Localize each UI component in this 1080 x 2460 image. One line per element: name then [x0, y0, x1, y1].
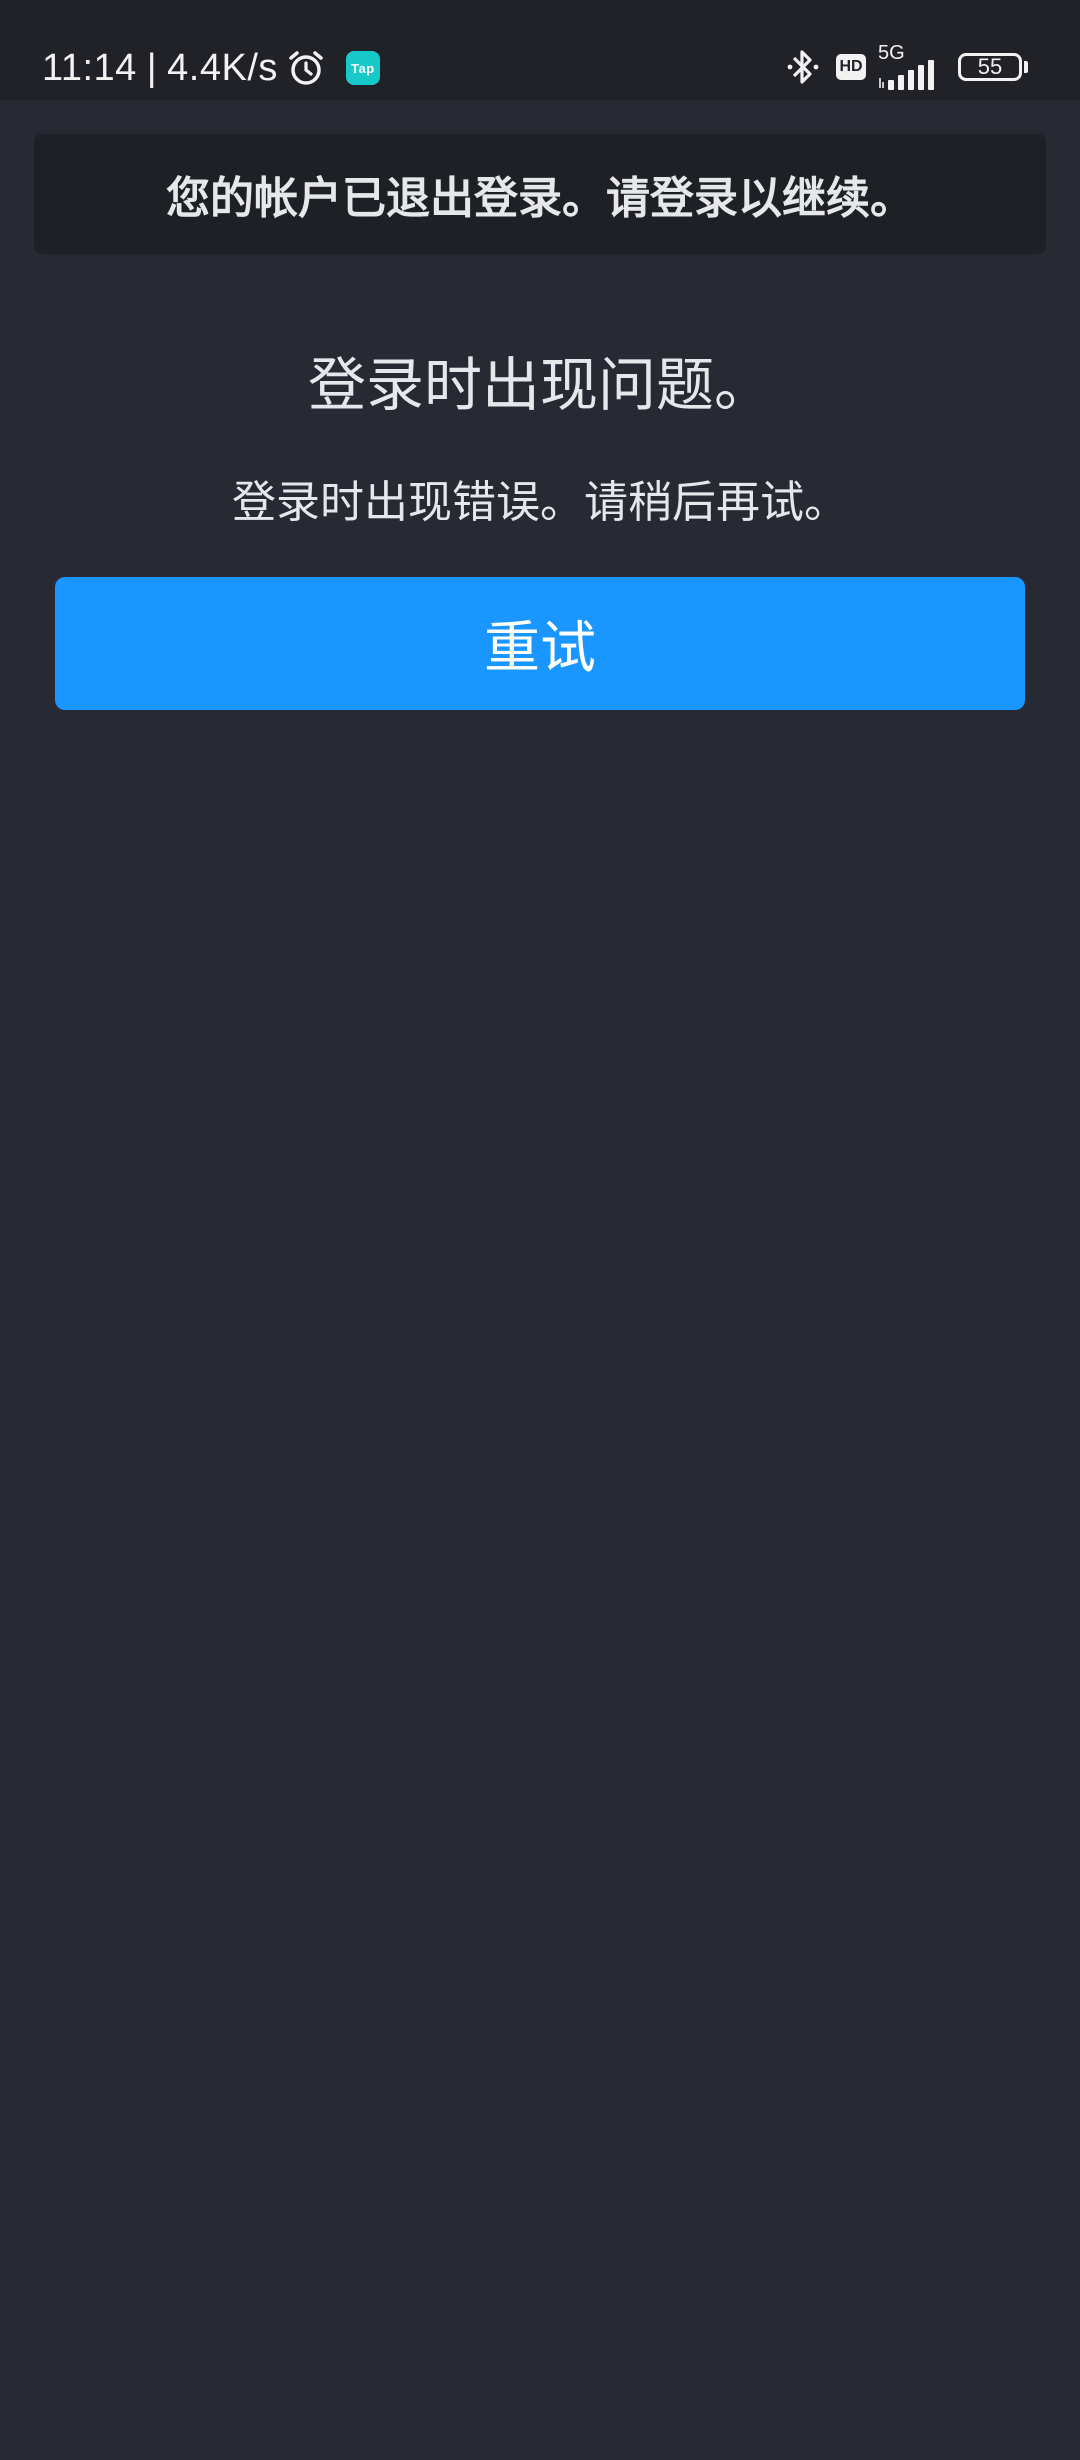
status-separator: |: [146, 46, 158, 89]
battery-level: 55: [977, 54, 1003, 79]
error-title: 登录时出现问题。: [307, 351, 772, 419]
tap-app-icon: Tap: [345, 51, 380, 85]
hd-icon: HD: [836, 54, 866, 80]
battery-tip: [1024, 61, 1028, 73]
status-right: HD 5G 55: [786, 42, 1028, 92]
status-left: 11:14 | 4.4K/s Tap: [42, 40, 380, 96]
battery-icon: 55: [958, 53, 1022, 81]
status-time: 11:14: [42, 46, 137, 89]
status-bar: 11:14 | 4.4K/s Tap HD 5G 55: [0, 0, 1080, 100]
hd-label: HD: [839, 58, 863, 75]
bluetooth-icon: [787, 50, 819, 84]
retry-button[interactable]: 重试: [55, 577, 1025, 710]
banner-text: 您的帐户已退出登录。请登录以继续。: [166, 173, 914, 224]
retry-button-label: 重试: [484, 616, 596, 681]
tap-app-label: Tap: [351, 60, 375, 76]
signal-icon: [879, 60, 934, 90]
signed-out-banner: 您的帐户已退出登录。请登录以继续。: [34, 134, 1046, 254]
network-indicator: 5G: [878, 42, 942, 90]
error-message: 登录时出现错误。请稍后再试。: [232, 477, 848, 528]
network-speed: 4.4K/s: [167, 46, 278, 89]
alarm-icon: [289, 51, 323, 85]
